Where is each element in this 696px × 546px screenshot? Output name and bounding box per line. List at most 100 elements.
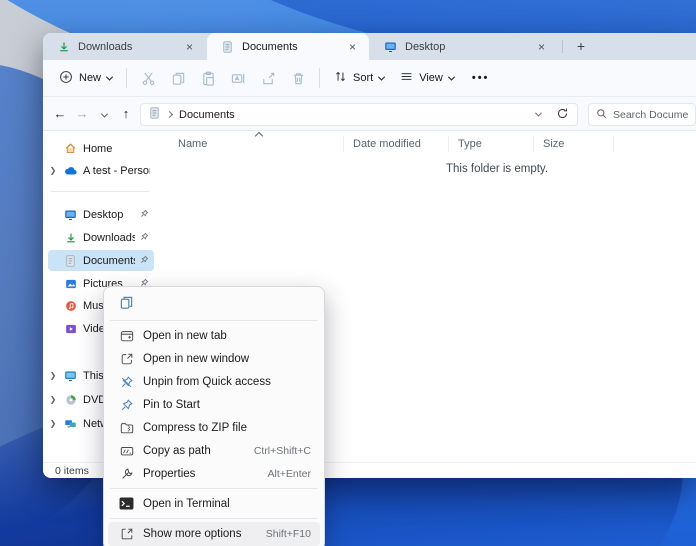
desktop-folder-icon [63, 207, 78, 222]
sidebar-item-label: Home [83, 143, 150, 155]
onedrive-cloud-icon [63, 163, 78, 178]
paste-icon[interactable] [193, 71, 223, 86]
unpin-icon [119, 375, 134, 389]
shortcut-label: Ctrl+Shift+C [254, 445, 311, 457]
cut-icon[interactable] [133, 71, 163, 86]
menu-item-show-more-options[interactable]: Show more options Shift+F10 [108, 522, 320, 546]
new-tab-button[interactable]: + [570, 36, 592, 57]
sort-arrows-icon [334, 70, 347, 86]
column-divider[interactable] [448, 136, 449, 152]
breadcrumb[interactable]: Documents [140, 103, 578, 126]
sidebar-item-onedrive[interactable]: ❯ A test - Personal [48, 160, 154, 181]
address-dropdown-chevron-icon[interactable] [535, 110, 542, 117]
tab-documents[interactable]: Documents × [207, 33, 369, 60]
forward-icon[interactable]: → [71, 106, 93, 121]
new-plus-icon [59, 70, 73, 87]
documents-folder-icon [63, 253, 78, 268]
rename-icon[interactable] [223, 71, 253, 86]
close-tab-icon[interactable]: × [535, 41, 548, 53]
search-input[interactable] [613, 109, 688, 121]
tab-divider [562, 40, 563, 53]
downloads-folder-icon [63, 230, 78, 245]
zip-folder-icon [119, 421, 134, 435]
download-icon [56, 39, 71, 54]
menu-item-open-in-new-window[interactable]: Open in new window [108, 347, 320, 370]
pictures-folder-icon [63, 276, 78, 291]
toolbar-divider [319, 68, 320, 88]
menu-divider [110, 488, 318, 489]
view-lines-icon [400, 70, 413, 86]
expand-chevron-icon[interactable]: ❯ [48, 419, 58, 428]
sidebar-divider [51, 191, 149, 192]
share-icon[interactable] [253, 71, 283, 86]
back-icon[interactable]: ← [49, 106, 71, 121]
location-document-icon [149, 107, 160, 122]
menu-item-pin-to-start[interactable]: Pin to Start [108, 393, 320, 416]
copy-icon[interactable] [163, 71, 193, 86]
breadcrumb-segment[interactable]: Documents [179, 109, 235, 121]
pin-icon [140, 255, 150, 267]
tab-label: Desktop [405, 41, 528, 53]
up-icon[interactable]: ↑ [115, 106, 137, 121]
dvd-drive-icon [63, 392, 78, 407]
menu-item-copy-as-path[interactable]: Copy as path Ctrl+Shift+C [108, 439, 320, 462]
context-menu: Open in new tab Open in new window Unpin… [103, 286, 325, 546]
home-icon [63, 141, 78, 156]
column-header-date-modified[interactable]: Date modified [353, 138, 421, 150]
delete-icon[interactable] [283, 71, 313, 86]
tab-downloads[interactable]: Downloads × [43, 33, 206, 60]
menu-item-open-in-new-tab[interactable]: Open in new tab [108, 324, 320, 347]
expand-chevron-icon[interactable]: ❯ [48, 166, 58, 175]
shortcut-label: Alt+Enter [268, 468, 311, 480]
copy-path-icon [119, 444, 134, 458]
search-icon [596, 108, 607, 122]
menu-divider [110, 320, 318, 321]
menu-item-unpin-from-quick-access[interactable]: Unpin from Quick access [108, 370, 320, 393]
sidebar-item-label: Downloads [83, 232, 135, 244]
column-header-size[interactable]: Size [543, 138, 564, 150]
sidebar-item-desktop[interactable]: Desktop [48, 204, 154, 225]
tab-desktop[interactable]: Desktop × [370, 33, 558, 60]
see-more-icon[interactable]: ••• [472, 72, 490, 84]
menu-item-open-in-terminal[interactable]: Open in Terminal [108, 492, 320, 515]
view-button-label: View [419, 72, 443, 84]
column-divider[interactable] [613, 136, 614, 152]
document-icon [220, 39, 235, 54]
toolbar: New [43, 60, 696, 97]
sidebar-item-home[interactable]: Home [48, 138, 154, 159]
view-button[interactable]: View [392, 65, 462, 91]
search-box[interactable] [588, 103, 696, 126]
sidebar-item-documents[interactable]: Documents [48, 250, 154, 271]
chevron-down-icon [378, 73, 385, 80]
column-divider[interactable] [533, 136, 534, 152]
close-tab-icon[interactable]: × [346, 41, 359, 53]
items-count: 0 items [55, 465, 89, 477]
sidebar-item-downloads[interactable]: Downloads [48, 227, 154, 248]
refresh-icon[interactable] [556, 107, 569, 123]
sort-button-label: Sort [353, 72, 373, 84]
recent-locations-chevron-icon[interactable] [93, 106, 115, 121]
new-button[interactable]: New [51, 65, 120, 92]
menu-item-compress-to-zip[interactable]: Compress to ZIP file [108, 416, 320, 439]
desktop-icon [383, 39, 398, 54]
tab-label: Downloads [78, 41, 176, 53]
close-tab-icon[interactable]: × [183, 41, 196, 53]
sidebar-item-label: Documents [83, 255, 135, 267]
column-header-type[interactable]: Type [458, 138, 482, 150]
toolbar-divider [126, 68, 127, 88]
new-button-label: New [79, 72, 101, 84]
menu-item-properties[interactable]: Properties Alt+Enter [108, 462, 320, 485]
open-new-tab-icon [119, 329, 134, 343]
tab-bar: Downloads × Documents × Desktop × + [43, 33, 696, 60]
column-header-name[interactable]: Name [178, 138, 207, 150]
column-divider[interactable] [343, 136, 344, 152]
sidebar-item-label: A test - Personal [83, 165, 150, 177]
chevron-down-icon [448, 73, 455, 80]
context-menu-command-bar [108, 291, 320, 317]
expand-chevron-icon[interactable]: ❯ [48, 371, 58, 380]
sort-button[interactable]: Sort [326, 65, 392, 91]
copy-icon[interactable] [119, 295, 134, 313]
network-icon [63, 416, 78, 431]
sidebar-item-label: Desktop [83, 209, 135, 221]
expand-chevron-icon[interactable]: ❯ [48, 395, 58, 404]
